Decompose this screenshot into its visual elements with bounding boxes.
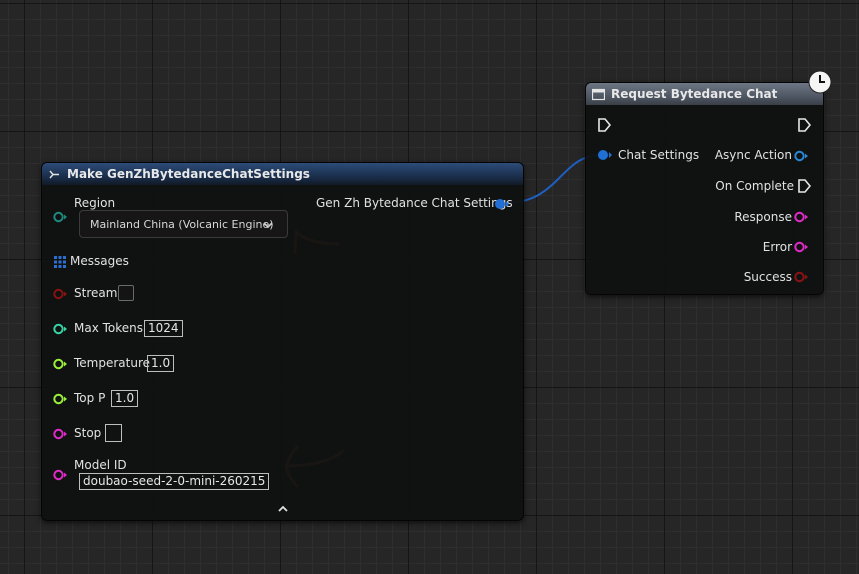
chat-settings-pin[interactable] bbox=[597, 149, 613, 161]
max-tokens-label: Max Tokens bbox=[74, 321, 144, 335]
async-action-pin[interactable] bbox=[794, 150, 810, 162]
on-complete-label: On Complete bbox=[715, 179, 794, 193]
make-node-title: Make GenZhBytedanceChatSettings bbox=[67, 167, 310, 181]
stream-label: Stream bbox=[74, 286, 118, 300]
array-grid-icon[interactable] bbox=[54, 256, 66, 268]
chat-settings-label: Chat Settings bbox=[618, 148, 700, 162]
request-node-header[interactable]: Request Bytedance Chat bbox=[586, 83, 823, 105]
top-p-input[interactable]: 1.0 bbox=[111, 390, 139, 407]
region-pin[interactable] bbox=[53, 211, 68, 223]
stop-input[interactable] bbox=[105, 424, 122, 442]
region-dropdown[interactable]: Mainland China (Volcanic Engine) bbox=[79, 210, 288, 238]
async-action-label: Async Action bbox=[714, 148, 792, 162]
stream-checkbox[interactable] bbox=[118, 285, 134, 301]
make-node-header[interactable]: Make GenZhBytedanceChatSettings bbox=[42, 163, 523, 185]
messages-label: Messages bbox=[70, 254, 129, 268]
on-complete-exec-pin[interactable] bbox=[797, 178, 811, 194]
error-pin[interactable] bbox=[794, 241, 810, 253]
stop-pin[interactable] bbox=[53, 428, 68, 440]
success-pin[interactable] bbox=[794, 271, 810, 283]
stream-pin[interactable] bbox=[53, 288, 68, 300]
error-label: Error bbox=[762, 240, 792, 254]
output-struct-pin[interactable] bbox=[494, 198, 510, 210]
clock-icon bbox=[808, 70, 832, 94]
region-value: Mainland China (Volcanic Engine) bbox=[90, 217, 274, 231]
response-label: Response bbox=[734, 210, 792, 224]
model-id-label: Model ID bbox=[74, 458, 127, 472]
max-tokens-input[interactable]: 1024 bbox=[144, 320, 183, 337]
temperature-pin[interactable] bbox=[53, 358, 68, 370]
max-tokens-pin[interactable] bbox=[53, 323, 68, 335]
model-id-pin[interactable] bbox=[53, 469, 68, 481]
request-chat-node[interactable]: Request Bytedance Chat Chat Settings Asy… bbox=[585, 82, 824, 295]
make-settings-node[interactable]: Make GenZhBytedanceChatSettings Gen Zh B… bbox=[41, 162, 524, 521]
stop-label: Stop bbox=[74, 426, 102, 440]
top-p-pin[interactable] bbox=[53, 393, 68, 405]
region-label: Region bbox=[74, 196, 116, 210]
model-id-input[interactable]: doubao-seed-2-0-mini-260215 bbox=[79, 473, 270, 490]
function-icon bbox=[592, 88, 605, 100]
exec-out-pin[interactable] bbox=[797, 117, 811, 133]
output-label: Gen Zh Bytedance Chat Settings bbox=[316, 196, 513, 210]
exec-in-pin[interactable] bbox=[597, 117, 611, 133]
temperature-label: Temperature bbox=[74, 356, 151, 370]
temperature-input[interactable]: 1.0 bbox=[147, 355, 175, 372]
chevron-up-icon[interactable] bbox=[277, 504, 289, 514]
response-pin[interactable] bbox=[794, 211, 810, 223]
success-label: Success bbox=[743, 270, 792, 284]
top-p-label: Top P bbox=[74, 391, 106, 405]
request-node-title: Request Bytedance Chat bbox=[611, 87, 778, 101]
make-struct-icon bbox=[49, 170, 59, 178]
chevron-down-icon bbox=[263, 222, 273, 229]
